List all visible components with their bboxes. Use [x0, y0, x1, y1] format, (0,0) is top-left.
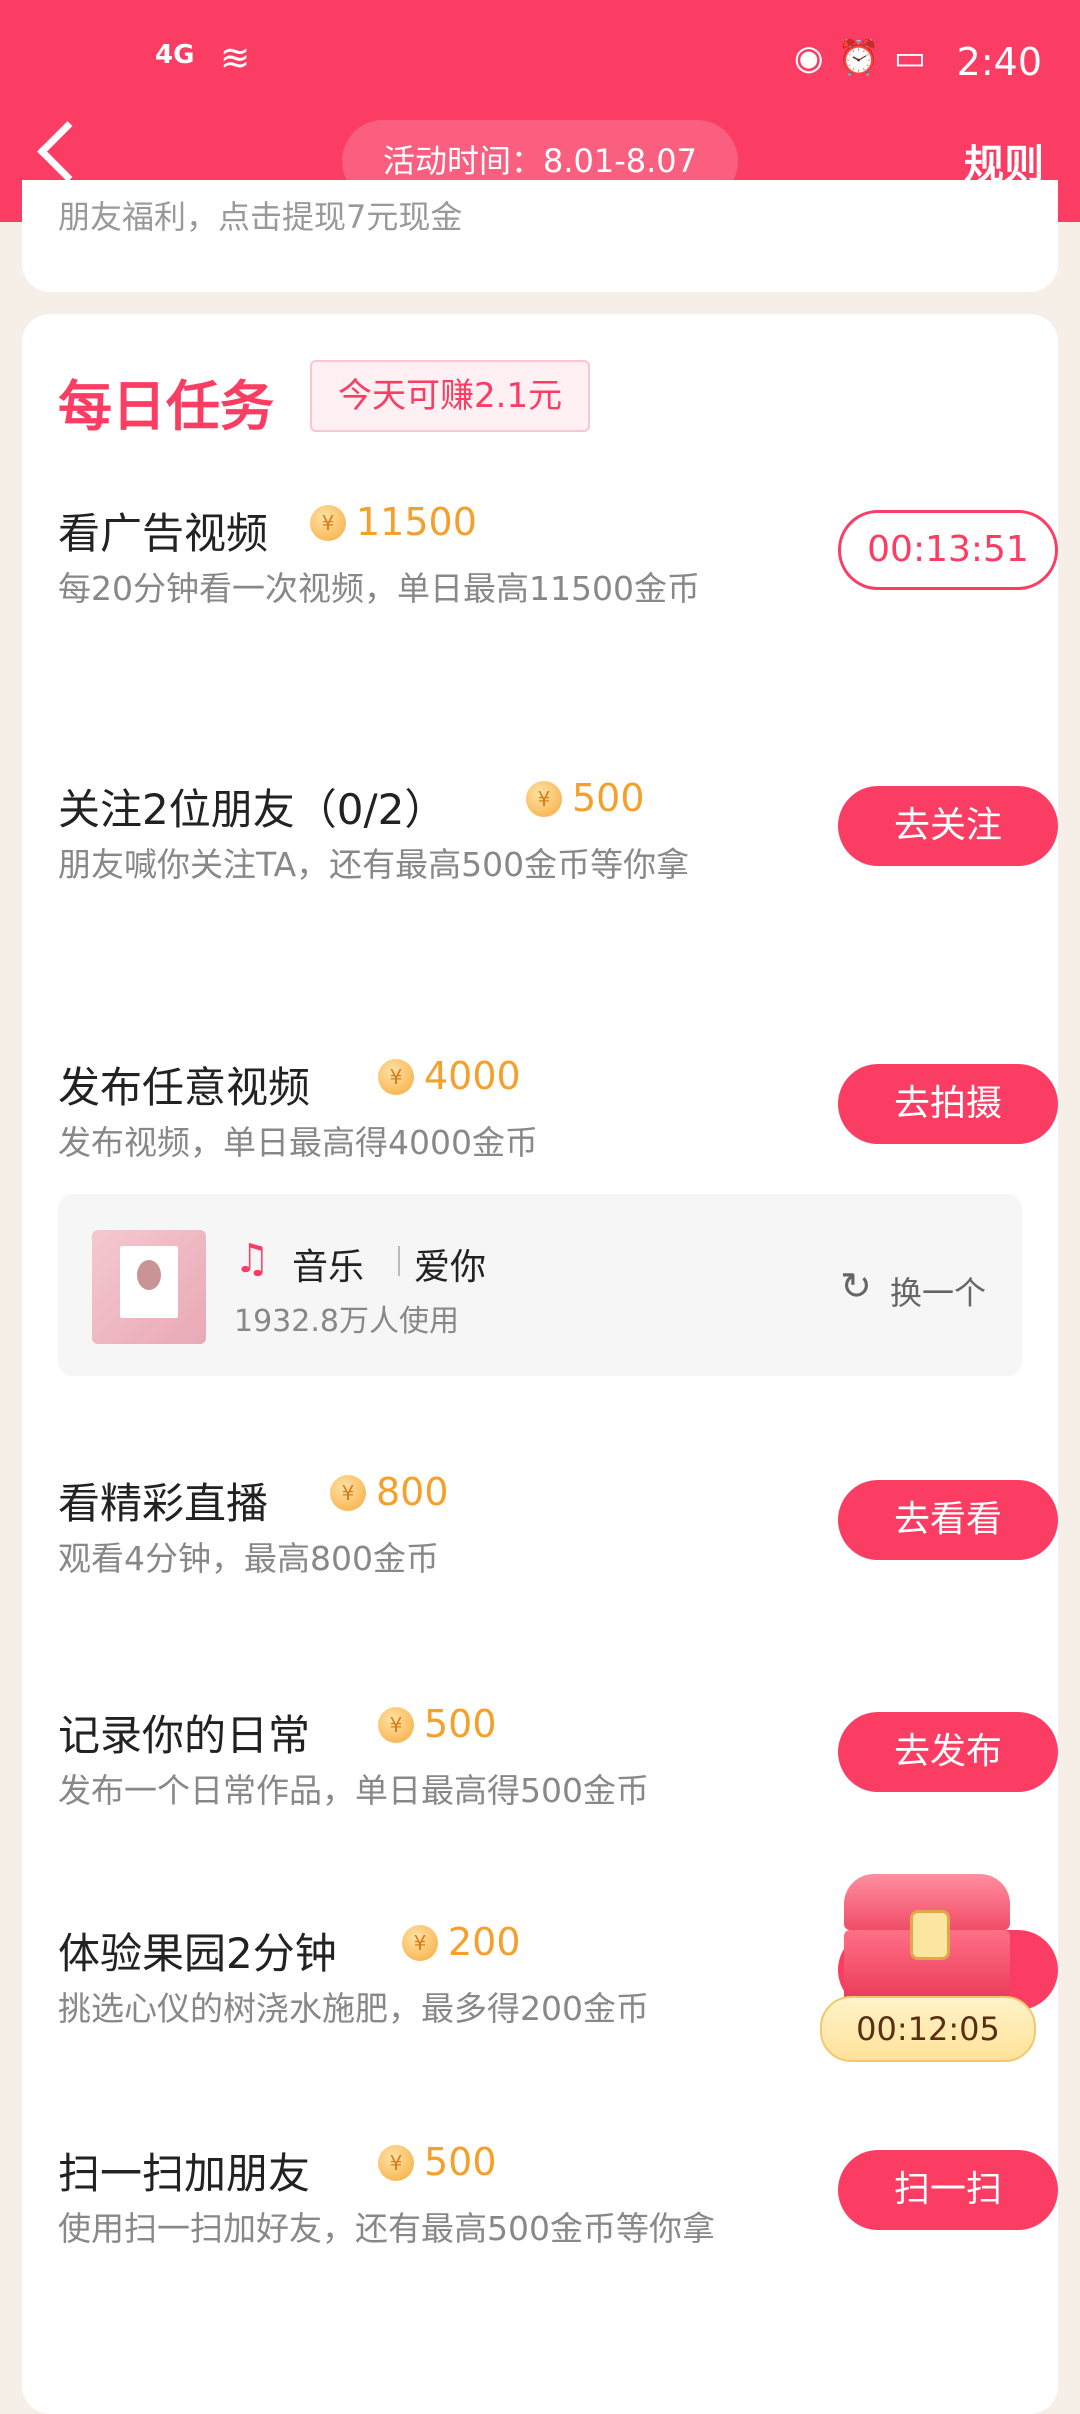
task-scan-friends: 扫一扫加朋友 ¥ 500 使用扫一扫加好友，还有最高500金币等你拿 扫一扫 — [58, 2140, 1058, 2300]
daily-tasks-title: 每日任务 — [58, 375, 274, 438]
refresh-icon[interactable]: ↻ — [840, 1264, 872, 1308]
task-title: 发布任意视频 — [58, 1063, 311, 1112]
task-reward: 800 — [376, 1470, 449, 1514]
task-reward: 4000 — [424, 1054, 521, 1098]
task-publish-video: 发布任意视频 ¥ 4000 发布视频，单日最高得4000金币 去拍摄 — [58, 1054, 1058, 1174]
music-song: 爱你 — [414, 1247, 487, 1288]
task-desc: 挑选心仪的树浇水施肥，最多得200金币 — [58, 1989, 649, 2028]
task-desc: 使用扫一扫加好友，还有最高500金币等你拿 — [58, 2209, 715, 2248]
task-desc: 发布一个日常作品，单日最高得500金币 — [58, 1771, 649, 1810]
task-title: 看广告视频 — [58, 509, 269, 558]
task-desc: 观看4分钟，最高800金币 — [58, 1539, 439, 1578]
task-reward: 500 — [424, 2140, 497, 2184]
task-reward: 11500 — [356, 500, 477, 544]
previous-card: 朋友福利，点击提现7元现金 — [22, 180, 1058, 292]
coin-icon: ¥ — [330, 1475, 366, 1511]
coin-icon: ¥ — [310, 505, 346, 541]
task-title: 扫一扫加朋友 — [58, 2149, 311, 2198]
refresh-button[interactable]: 换一个 — [890, 1268, 986, 1314]
shoot-button[interactable]: 去拍摄 — [838, 1064, 1058, 1144]
status-icons: ◉⏰▭ — [793, 38, 940, 78]
previous-card-text: 朋友福利，点击提现7元现金 — [58, 198, 463, 236]
coin-icon: ¥ — [378, 1707, 414, 1743]
status-time: 2:40 — [956, 40, 1042, 84]
publish-button[interactable]: 去发布 — [838, 1712, 1058, 1792]
task-reward: 200 — [448, 1920, 521, 1964]
task-reward: 500 — [424, 1702, 497, 1746]
scan-button[interactable]: 扫一扫 — [838, 2150, 1058, 2230]
task-desc: 朋友喊你关注TA，还有最高500金币等你拿 — [58, 845, 690, 884]
signal-icon: 4G — [155, 40, 195, 70]
task-desc: 发布视频，单日最高得4000金币 — [58, 1123, 538, 1162]
task-title: 关注2位朋友（0/2） — [58, 785, 447, 834]
watch-button[interactable]: 去看看 — [838, 1480, 1058, 1560]
earn-badge: 今天可赚2.1元 — [310, 360, 591, 432]
task-follow-friends: 关注2位朋友（0/2） ¥ 500 朋友喊你关注TA，还有最高500金币等你拿 … — [58, 776, 1058, 936]
task-title: 体验果园2分钟 — [58, 1929, 337, 1978]
task-watch-ad: 看广告视频 ¥ 11500 每20分钟看一次视频，单日最高11500金币 00:… — [58, 500, 1058, 660]
task-title: 看精彩直播 — [58, 1479, 269, 1528]
task-desc: 每20分钟看一次视频，单日最高11500金币 — [58, 569, 700, 608]
treasure-chest-icon[interactable] — [836, 1874, 1018, 2014]
chest-timer[interactable]: 00:12:05 — [820, 1996, 1036, 2062]
coin-icon: ¥ — [402, 1925, 438, 1961]
album-face — [137, 1260, 161, 1290]
task-title: 记录你的日常 — [58, 1711, 311, 1760]
task-record-daily: 记录你的日常 ¥ 500 发布一个日常作品，单日最高得500金币 去发布 — [58, 1702, 1058, 1822]
status-bar: 4G ≋ ◉⏰▭ 2:40 — [0, 0, 1080, 120]
album-cover — [92, 1230, 206, 1344]
lock-icon — [910, 1910, 950, 1960]
music-users: 1932.8万人使用 — [234, 1304, 459, 1339]
follow-button[interactable]: 去关注 — [838, 786, 1058, 866]
back-icon[interactable] — [37, 121, 98, 182]
task-reward: 500 — [572, 776, 645, 820]
coin-icon: ¥ — [378, 2145, 414, 2181]
coin-icon: ¥ — [378, 1059, 414, 1095]
music-suggestion[interactable]: ♫ 音乐 爱你 1932.8万人使用 ↻ 换一个 — [58, 1194, 1022, 1376]
coin-icon: ¥ — [526, 781, 562, 817]
music-note-icon: ♫ — [234, 1236, 270, 1282]
wifi-icon: ≋ — [220, 38, 251, 79]
divider — [398, 1246, 400, 1276]
task-watch-live: 看精彩直播 ¥ 800 观看4分钟，最高800金币 去看看 — [58, 1470, 1058, 1590]
album-photo — [120, 1246, 178, 1318]
countdown-button[interactable]: 00:13:51 — [838, 510, 1058, 590]
daily-tasks-card: 每日任务 今天可赚2.1元 看广告视频 ¥ 11500 每20分钟看一次视频，单… — [22, 314, 1058, 2414]
music-category: 音乐 — [292, 1247, 365, 1288]
